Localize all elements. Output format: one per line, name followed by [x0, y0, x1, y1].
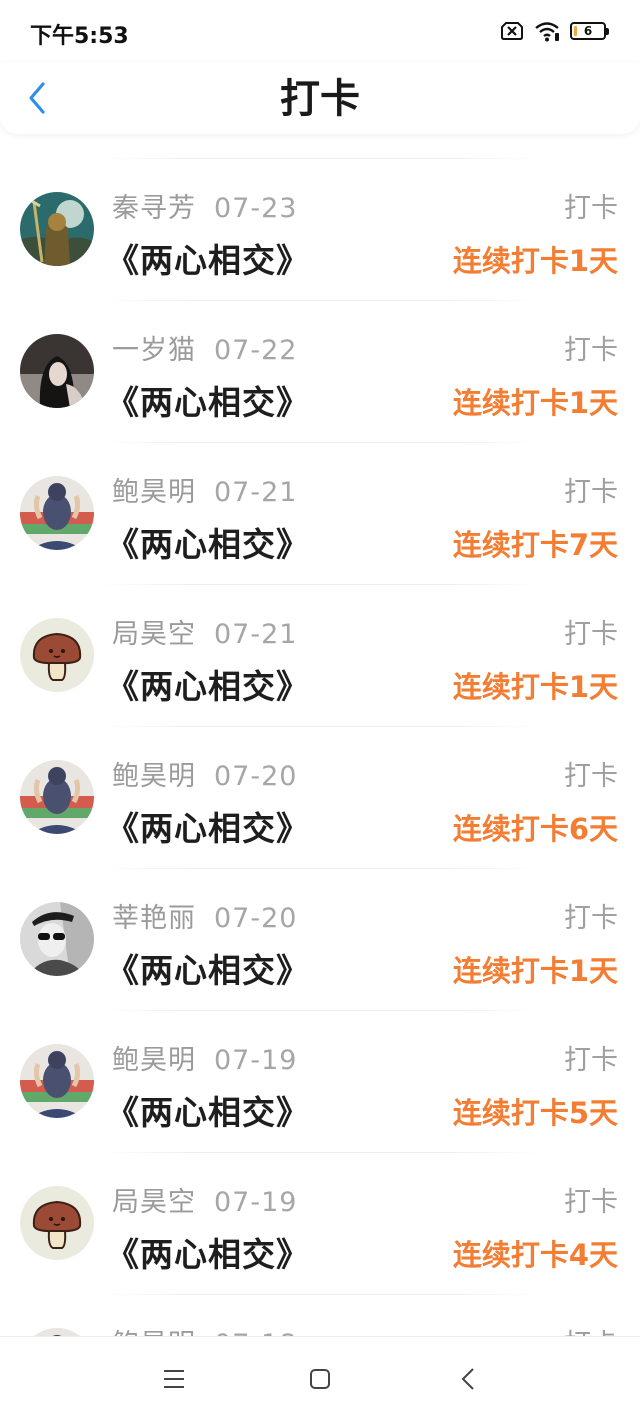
- user-name: 秦寻芳: [112, 193, 196, 224]
- item-meta: 鲍昊明 07-18: [112, 1322, 297, 1336]
- battery-level-text: 6: [583, 24, 593, 38]
- list-item[interactable]: 鲍昊明 07-18 打卡: [0, 1294, 640, 1336]
- checkin-type: 打卡: [564, 761, 618, 792]
- checkin-type: 打卡: [564, 335, 618, 366]
- book-title: 《两心相交》: [106, 383, 310, 422]
- user-name: 莘艳丽: [112, 903, 196, 934]
- checkin-date: 07-20: [214, 761, 298, 792]
- item-meta: 鲍昊明 07-20: [112, 754, 298, 792]
- list-item[interactable]: 秦寻芳 07-23 打卡 《两心相交》 连续打卡1天: [0, 158, 640, 300]
- item-meta: 秦寻芳 07-23: [112, 186, 298, 224]
- hair-bun-avatar-image: [20, 760, 94, 834]
- avatar[interactable]: [20, 1328, 94, 1336]
- book-title: 《两心相交》: [106, 241, 310, 280]
- avatar[interactable]: [20, 334, 94, 408]
- mushroom-avatar-image: [20, 618, 94, 692]
- avatar[interactable]: [20, 476, 94, 550]
- page-title: 打卡: [280, 76, 360, 122]
- sunglasses-avatar-image: [20, 902, 94, 976]
- checkin-date: 07-20: [214, 903, 298, 934]
- checkin-type: 打卡: [564, 1187, 618, 1218]
- item-meta: 局昊空 07-21: [112, 612, 298, 650]
- header-bar: 打卡: [0, 62, 640, 134]
- streak-text: 连续打卡1天: [452, 244, 618, 278]
- list-item[interactable]: 局昊空 07-21 打卡 《两心相交》 连续打卡1天: [0, 584, 640, 726]
- user-name: 鲍昊明: [112, 1322, 196, 1336]
- checkin-type: 打卡: [564, 193, 618, 224]
- checkin-type: 打卡: [564, 1045, 618, 1076]
- back-icon: [461, 1368, 474, 1390]
- streak-text: 连续打卡5天: [452, 1096, 618, 1130]
- no-sim-icon: [501, 22, 523, 40]
- checkin-type: 打卡: [564, 1322, 618, 1336]
- checkin-list[interactable]: 秦寻芳 07-23 打卡 《两心相交》 连续打卡1天 一岁猫 07-22 打卡 …: [0, 158, 640, 1336]
- checkin-date: 07-19: [214, 1045, 298, 1076]
- avatar[interactable]: [20, 1044, 94, 1118]
- list-item[interactable]: 鲍昊明 07-21 打卡 《两心相交》 连续打卡7天: [0, 442, 640, 584]
- status-icons: 6: [500, 18, 609, 44]
- girl-avatar-image: [20, 334, 94, 408]
- avatar[interactable]: [20, 192, 94, 266]
- user-name: 局昊空: [112, 1187, 196, 1218]
- streak-text: 连续打卡1天: [452, 386, 618, 420]
- avatar[interactable]: [20, 1186, 94, 1260]
- streak-text: 连续打卡1天: [452, 670, 618, 704]
- user-name: 鲍昊明: [112, 1045, 196, 1076]
- system-nav-bar: [0, 1336, 640, 1423]
- book-title: 《两心相交》: [106, 1235, 310, 1274]
- streak-text: 连续打卡1天: [452, 954, 618, 988]
- list-item[interactable]: 一岁猫 07-22 打卡 《两心相交》 连续打卡1天: [0, 300, 640, 442]
- book-title: 《两心相交》: [106, 667, 310, 706]
- home-icon: [310, 1369, 330, 1389]
- status-time: 下午5:53: [30, 24, 129, 49]
- checkin-date: 07-19: [214, 1187, 298, 1218]
- checkin-type: 打卡: [564, 619, 618, 650]
- book-title: 《两心相交》: [106, 951, 310, 990]
- status-bar: 下午5:53 6: [0, 0, 640, 62]
- home-button[interactable]: [300, 1359, 340, 1399]
- list-item[interactable]: 鲍昊明 07-19 打卡 《两心相交》 连续打卡5天: [0, 1010, 640, 1152]
- wifi-icon: [535, 22, 559, 42]
- nav-back-button[interactable]: [448, 1359, 488, 1399]
- hair-bun-avatar-image: [20, 476, 94, 550]
- battery-icon: 6: [570, 22, 609, 40]
- book-title: 《两心相交》: [106, 525, 310, 564]
- book-title: 《两心相交》: [106, 809, 310, 848]
- menu-icon: [164, 1370, 184, 1388]
- mushroom-avatar-image: [20, 1186, 94, 1260]
- streak-text: 连续打卡7天: [452, 528, 618, 562]
- user-name: 一岁猫: [112, 335, 196, 366]
- menu-button[interactable]: [154, 1359, 194, 1399]
- checkin-type: 打卡: [564, 903, 618, 934]
- checkin-date: 07-21: [214, 477, 298, 508]
- user-name: 鲍昊明: [112, 477, 196, 508]
- user-name: 鲍昊明: [112, 761, 196, 792]
- list-item[interactable]: 莘艳丽 07-20 打卡 《两心相交》 连续打卡1天: [0, 868, 640, 1010]
- item-meta: 鲍昊明 07-21: [112, 470, 298, 508]
- avatar[interactable]: [20, 902, 94, 976]
- item-meta: 莘艳丽 07-20: [112, 896, 298, 934]
- list-item[interactable]: 鲍昊明 07-20 打卡 《两心相交》 连续打卡6天: [0, 726, 640, 868]
- streak-text: 连续打卡4天: [452, 1238, 618, 1272]
- hair-bun-avatar-image: [20, 1328, 94, 1336]
- avatar[interactable]: [20, 618, 94, 692]
- item-meta: 一岁猫 07-22: [112, 328, 298, 366]
- streak-text: 连续打卡6天: [452, 812, 618, 846]
- book-title: 《两心相交》: [106, 1093, 310, 1132]
- item-meta: 局昊空 07-19: [112, 1180, 298, 1218]
- checkin-date: 07-21: [214, 619, 298, 650]
- user-name: 局昊空: [112, 619, 196, 650]
- item-meta: 鲍昊明 07-19: [112, 1038, 298, 1076]
- avatar[interactable]: [20, 760, 94, 834]
- checkin-date: 07-18: [214, 1329, 297, 1336]
- hair-bun-avatar-image: [20, 1044, 94, 1118]
- checkin-date: 07-23: [214, 193, 298, 224]
- checkin-date: 07-22: [214, 335, 298, 366]
- battery-level-fill: [574, 26, 577, 36]
- warrior-avatar-image: [20, 192, 94, 266]
- checkin-type: 打卡: [564, 477, 618, 508]
- list-item[interactable]: 局昊空 07-19 打卡 《两心相交》 连续打卡4天: [0, 1152, 640, 1294]
